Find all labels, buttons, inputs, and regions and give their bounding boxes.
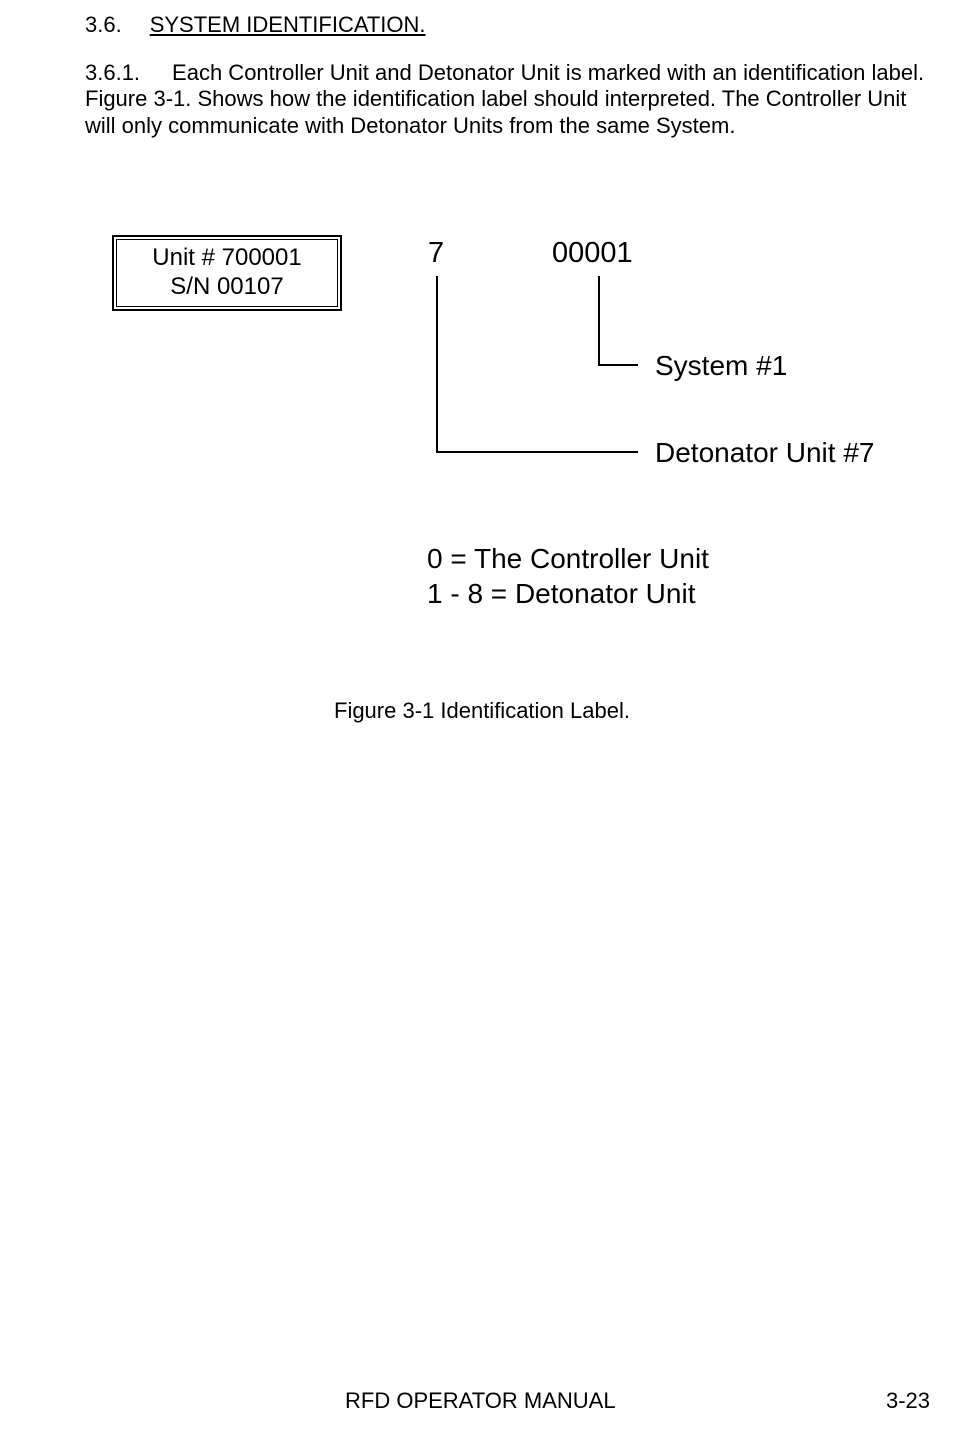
leader-line-system-vertical — [598, 276, 600, 366]
section-paragraph: 3.6.1.Each Controller Unit and Detonator… — [85, 60, 935, 139]
leader-line-detonator-horizontal — [436, 451, 638, 453]
page: 3.6. SYSTEM IDENTIFICATION. 3.6.1.Each Co… — [0, 0, 974, 1440]
identification-label-inner: Unit # 700001 S/N 00107 — [116, 239, 338, 307]
section-number: 3.6. — [85, 12, 122, 38]
footer-title: RFD OPERATOR MANUAL — [345, 1388, 616, 1414]
callout-system: System #1 — [655, 350, 787, 382]
legend-detonator: 1 - 8 = Detonator Unit — [427, 578, 695, 610]
leader-line-detonator-vertical — [436, 276, 438, 453]
section-title: SYSTEM IDENTIFICATION. — [150, 12, 426, 37]
breakdown-first-digit: 7 — [428, 237, 444, 270]
legend-controller: 0 = The Controller Unit — [427, 543, 709, 575]
paragraph-number: 3.6.1. — [85, 60, 140, 86]
id-label-sn: S/N 00107 — [170, 273, 283, 302]
leader-line-system-horizontal — [598, 364, 638, 366]
paragraph-text: Each Controller Unit and Detonator Unit … — [85, 60, 924, 138]
identification-label-box: Unit # 700001 S/N 00107 — [112, 235, 342, 311]
callout-detonator: Detonator Unit #7 — [655, 437, 874, 469]
footer-page-number: 3-23 — [886, 1388, 930, 1414]
section-heading: 3.6. SYSTEM IDENTIFICATION. — [85, 12, 426, 38]
breakdown-rest-digits: 00001 — [552, 237, 633, 270]
id-label-unit: Unit # 700001 — [152, 244, 301, 273]
figure-caption: Figure 3-1 Identification Label. — [334, 698, 630, 724]
